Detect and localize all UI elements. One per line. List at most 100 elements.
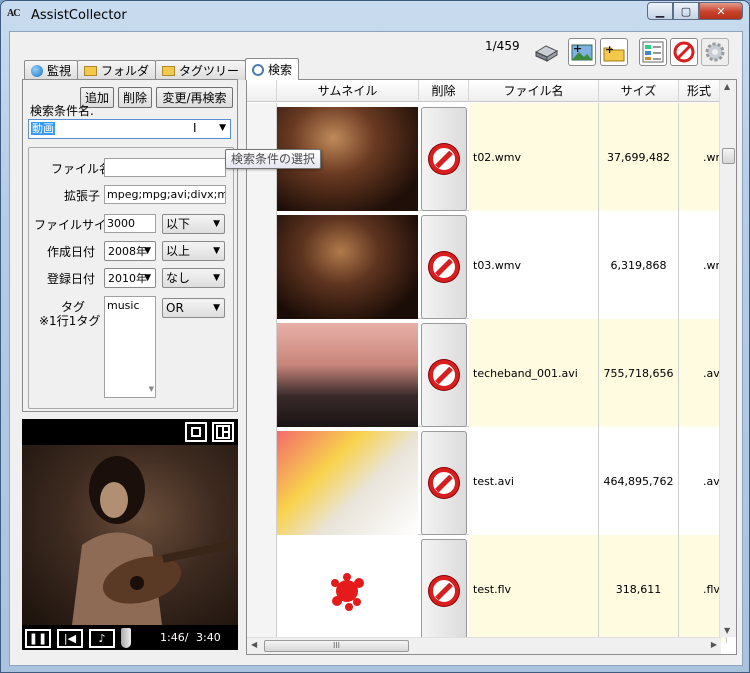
minimize-icon: ▁ xyxy=(655,4,665,18)
thumbnail-image[interactable] xyxy=(277,215,418,319)
filesize-input[interactable]: 3000 xyxy=(104,214,156,233)
app-window: AC AssistCollector ▁ ▢ ✕ 1/459 + + 監視 フォ… xyxy=(0,0,750,673)
grid-header: サムネイル 削除 ファイル名 サイズ 形式 xyxy=(247,80,736,102)
window-mode-button[interactable] xyxy=(185,422,207,442)
delete-row-button[interactable] xyxy=(421,431,467,535)
filename-cell: techeband_001.avi xyxy=(469,319,599,427)
condition-name-select[interactable]: 動画 I ▼ xyxy=(28,119,231,139)
extension-input[interactable]: mpeg;mpg;avi;divx;mp4; xyxy=(104,185,226,204)
table-row[interactable]: t03.wmv 6,319,868 .wm xyxy=(247,211,727,319)
tab-label: フォルダ xyxy=(101,64,150,78)
add-folder-button[interactable]: + xyxy=(600,38,628,66)
column-header-filename[interactable]: ファイル名 xyxy=(469,80,599,102)
filename-input[interactable] xyxy=(104,158,226,177)
title-bar[interactable]: AC AssistCollector ▁ ▢ ✕ xyxy=(1,1,749,29)
delete-row-button[interactable] xyxy=(421,539,467,643)
delete-condition-button[interactable]: 削除 xyxy=(118,87,152,108)
tag-operator-value: OR xyxy=(166,301,184,315)
update-search-button[interactable]: 変更/再検索 xyxy=(156,87,233,108)
scroll-up-icon[interactable]: ▲ xyxy=(724,82,730,91)
thumbnail-image[interactable] xyxy=(277,431,418,535)
tab-folder[interactable]: フォルダ xyxy=(77,60,157,80)
delete-row-button[interactable] xyxy=(421,323,467,427)
tab-bar: 監視 フォルダ タグツリー 検索 xyxy=(24,58,300,80)
conditions-group: ファイル名 拡張子 mpeg;mpg;avi;divx;mp4; ファイルサイズ… xyxy=(28,147,234,409)
scroll-right-icon[interactable]: ▶ xyxy=(711,640,717,649)
fullscreen-icon xyxy=(216,425,230,439)
size-cell: 755,718,656 xyxy=(599,319,679,427)
delete-row-button[interactable] xyxy=(421,215,467,319)
pause-icon: ❚❚ xyxy=(28,632,48,645)
video-image xyxy=(72,456,233,625)
close-icon: ✕ xyxy=(716,4,726,18)
minimize-button[interactable]: ▁ xyxy=(647,2,673,20)
filesize-operator-select[interactable]: 以下 ▼ xyxy=(162,214,225,234)
tag-note-label: ※1行1タグ xyxy=(39,314,101,328)
registered-date-select[interactable]: 2010年 ▼ xyxy=(104,268,156,288)
add-folder-icon: + xyxy=(603,43,625,62)
row-header[interactable] xyxy=(247,535,277,643)
skip-back-icon: |◀ xyxy=(63,632,77,645)
video-player: ❚❚ |◀ ♪ 1:46/ 3:40 xyxy=(22,419,238,650)
video-frame[interactable] xyxy=(22,445,238,625)
table-row[interactable]: test.flv 318,611 .flv xyxy=(247,535,727,643)
chevron-down-icon: ▼ xyxy=(213,303,220,313)
tab-monitor[interactable]: 監視 xyxy=(24,60,79,80)
drive-button[interactable] xyxy=(532,38,560,66)
created-date-select[interactable]: 2008年 ▼ xyxy=(104,241,156,261)
delete-row-button[interactable] xyxy=(421,107,467,211)
row-header[interactable] xyxy=(247,427,277,535)
app-logo-icon: AC xyxy=(7,8,20,19)
created-date-operator-select[interactable]: 以上 ▼ xyxy=(162,241,225,261)
settings-button[interactable] xyxy=(701,38,729,66)
scroll-left-icon[interactable]: ◀ xyxy=(251,640,257,649)
thumbnail-image[interactable] xyxy=(277,323,418,427)
tab-label: 監視 xyxy=(47,64,72,78)
tag-textarea[interactable]: music ▼ xyxy=(104,296,156,398)
horizontal-scrollbar[interactable]: ◀ III ▶ xyxy=(247,637,721,654)
condition-name-label: 検索条件名. xyxy=(30,104,94,118)
list-view-icon xyxy=(642,41,664,63)
filename-label: ファイル名 xyxy=(51,162,112,176)
rewind-button[interactable]: |◀ xyxy=(57,629,83,648)
extension-label: 拡張子 xyxy=(64,189,101,203)
fullscreen-button[interactable] xyxy=(212,422,234,442)
square-icon xyxy=(191,427,201,437)
window-title: AssistCollector xyxy=(31,7,127,23)
horizontal-scroll-thumb[interactable]: III xyxy=(264,640,409,652)
vertical-scroll-thumb[interactable] xyxy=(722,148,735,164)
tag-operator-select[interactable]: OR ▼ xyxy=(162,298,225,318)
chevron-down-icon: ▼ xyxy=(219,123,226,133)
filename-cell: t03.wmv xyxy=(469,211,599,319)
row-header[interactable] xyxy=(247,211,277,319)
size-cell: 318,611 xyxy=(599,535,679,643)
vertical-scrollbar[interactable]: ▲ ▼ xyxy=(719,80,736,637)
tab-label: タグツリー xyxy=(179,64,240,78)
stop-button[interactable] xyxy=(670,38,698,66)
pause-button[interactable]: ❚❚ xyxy=(25,629,51,648)
column-header-size[interactable]: サイズ xyxy=(599,80,679,102)
table-row[interactable]: test.avi 464,895,762 .av xyxy=(247,427,727,535)
tab-tag-tree[interactable]: タグツリー xyxy=(155,60,247,80)
sound-button[interactable]: ♪ xyxy=(89,629,115,648)
tab-search[interactable]: 検索 xyxy=(245,58,300,80)
volume-slider[interactable] xyxy=(121,628,131,648)
row-header[interactable] xyxy=(247,319,277,427)
thumbnail-image[interactable] xyxy=(277,539,418,643)
close-button[interactable]: ✕ xyxy=(699,2,743,20)
scroll-down-icon[interactable]: ▼ xyxy=(724,626,730,635)
window-controls: ▁ ▢ ✕ xyxy=(647,2,743,20)
chevron-down-icon: ▼ xyxy=(144,246,151,256)
maximize-button[interactable]: ▢ xyxy=(673,2,699,20)
column-header-delete[interactable]: 削除 xyxy=(419,80,469,102)
add-image-button[interactable]: + xyxy=(568,38,596,66)
size-cell: 37,699,482 xyxy=(599,103,679,211)
flash-file-icon xyxy=(331,573,364,611)
column-header-thumbnail[interactable]: サムネイル xyxy=(277,80,419,102)
table-row[interactable]: techeband_001.avi 755,718,656 .av xyxy=(247,319,727,427)
registered-date-operator-select[interactable]: なし ▼ xyxy=(162,268,225,288)
condition-name-value: 動画 xyxy=(31,122,55,135)
no-entry-icon xyxy=(429,252,459,282)
created-date-label: 作成日付 xyxy=(47,245,96,259)
list-view-button[interactable] xyxy=(639,38,667,66)
